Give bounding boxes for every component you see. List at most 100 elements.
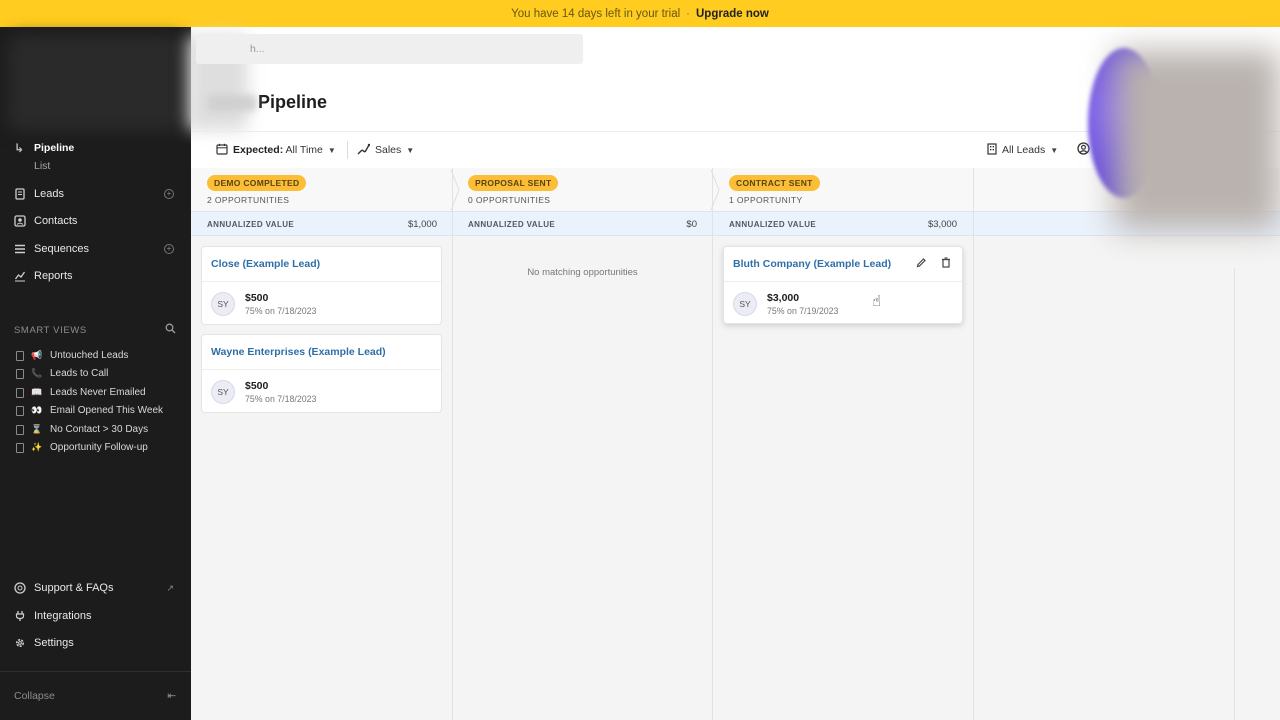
- blurred-title-prefix: [208, 95, 256, 112]
- pipeline-label: Pipeline: [34, 142, 75, 154]
- page-title: Pipeline: [208, 92, 327, 113]
- megaphone-icon: 📢: [31, 350, 43, 360]
- opportunity-lead-link[interactable]: Close (Example Lead): [211, 258, 320, 270]
- smart-view-label: Email Opened This Week: [50, 405, 164, 416]
- sidebar-blurred-header: [8, 35, 183, 131]
- opportunity-card[interactable]: Bluth Company (Example Lead) SY $3,000 7…: [723, 246, 963, 324]
- settings-label: Settings: [34, 637, 74, 649]
- card-divider: [724, 281, 962, 282]
- sidebar-item-reports[interactable]: Reports: [14, 267, 178, 285]
- trial-message: You have 14 days left in your trial: [511, 7, 681, 20]
- smart-view-label: Untouched Leads: [50, 350, 129, 361]
- opportunity-card[interactable]: Wayne Enterprises (Example Lead) SY $500…: [201, 334, 442, 413]
- opportunity-amount: $500: [245, 380, 269, 392]
- user-circle-icon: [1077, 142, 1090, 158]
- support-label: Support & FAQs: [34, 582, 114, 594]
- stage-badge: CONTRACT SENT: [729, 175, 820, 191]
- smart-views-header: SMART VIEWS: [14, 323, 176, 337]
- smart-view-label: Leads Never Emailed: [50, 387, 146, 398]
- annualized-value-label: ANNUALIZED VALUE: [207, 220, 295, 229]
- user-filter-button[interactable]: [1077, 142, 1090, 158]
- collapse-label: Collapse: [14, 690, 55, 702]
- document-icon: [16, 405, 24, 416]
- sidebar-item-settings[interactable]: Settings: [14, 634, 178, 652]
- stage-badge: DEMO COMPLETED: [207, 175, 307, 191]
- sidebar-item-support[interactable]: Support & FAQs ↗: [14, 579, 178, 597]
- eyes-icon: 👀: [31, 405, 43, 415]
- phone-icon: 📞: [31, 368, 43, 378]
- pipeline-funnel-icon: [357, 143, 371, 158]
- sidebar-item-integrations[interactable]: Integrations: [14, 607, 178, 625]
- opportunity-lead-link[interactable]: Bluth Company (Example Lead): [733, 258, 891, 270]
- expected-key: Expected: [233, 144, 280, 156]
- expected-filter-dropdown[interactable]: Expected: All Time ▼: [216, 142, 336, 158]
- calendar-icon: [216, 143, 228, 158]
- opportunity-detail: 75% on 7/19/2023: [767, 306, 839, 316]
- sidebar-item-contacts[interactable]: Contacts: [14, 212, 178, 230]
- blurred-profile-overlay: [1115, 50, 1280, 230]
- toolbar-separator: [347, 141, 348, 159]
- list-icon: [14, 243, 26, 255]
- avatar: SY: [211, 380, 235, 404]
- edit-icon[interactable]: [916, 257, 927, 271]
- plug-icon: [14, 610, 26, 622]
- annualized-value-label: ANNUALIZED VALUE: [729, 220, 817, 229]
- smart-view-label: Leads to Call: [50, 368, 109, 379]
- annualized-value-amount: $0: [686, 219, 697, 230]
- opportunity-lead-link[interactable]: Wayne Enterprises (Example Lead): [211, 346, 386, 358]
- document-icon: [16, 350, 24, 361]
- smart-view-email-opened[interactable]: 👀 Email Opened This Week: [16, 405, 163, 416]
- stage-count: 0 OPPORTUNITIES: [468, 195, 551, 205]
- subitem-arrow-icon: ↳: [14, 141, 25, 155]
- sequences-label: Sequences: [34, 243, 90, 255]
- hand-cursor-icon: ☝: [872, 293, 882, 310]
- document-icon: [16, 368, 24, 379]
- search-smart-views-icon[interactable]: [165, 323, 176, 337]
- smart-view-leads-to-call[interactable]: 📞 Leads to Call: [16, 368, 108, 379]
- smart-view-label: No Contact > 30 Days: [50, 424, 149, 435]
- opportunity-card[interactable]: Close (Example Lead) SY $500 75% on 7/18…: [201, 246, 442, 325]
- list-label: List: [34, 160, 51, 172]
- collapse-sidebar-button[interactable]: Collapse ⇤: [14, 690, 176, 702]
- upgrade-now-link[interactable]: Upgrade now: [696, 8, 769, 20]
- column-divider: [1234, 268, 1235, 720]
- search-input[interactable]: h...: [196, 34, 583, 64]
- smart-view-untouched-leads[interactable]: 📢 Untouched Leads: [16, 350, 128, 361]
- sidebar-item-list[interactable]: List: [34, 160, 50, 172]
- smart-view-leads-never-emailed[interactable]: 📖 Leads Never Emailed: [16, 387, 146, 398]
- smart-view-no-contact[interactable]: ⌛ No Contact > 30 Days: [16, 424, 148, 435]
- pipeline-select-dropdown[interactable]: Sales ▼: [357, 142, 414, 158]
- annualized-value-amount: $3,000: [927, 219, 957, 230]
- stage-count: 2 OPPORTUNITIES: [207, 195, 290, 205]
- chevron-down-icon: ▼: [327, 145, 336, 155]
- card-divider: [202, 369, 441, 370]
- document-icon: [16, 442, 24, 453]
- smart-view-label: Opportunity Follow-up: [50, 442, 148, 453]
- sidebar-item-sequences[interactable]: Sequences +: [14, 240, 178, 258]
- sidebar-divider: [0, 671, 191, 672]
- building-icon: [987, 142, 997, 158]
- integrations-label: Integrations: [34, 610, 92, 622]
- smart-view-opportunity-follow-up[interactable]: ✨ Opportunity Follow-up: [16, 442, 148, 453]
- hourglass-icon: ⌛: [31, 424, 43, 434]
- search-placeholder: h...: [250, 43, 265, 55]
- trash-icon[interactable]: [941, 257, 951, 271]
- sidebar-item-pipeline[interactable]: ↳ Pipeline: [14, 141, 74, 155]
- chevron-down-icon: ▼: [1050, 145, 1059, 155]
- add-sequence-icon[interactable]: +: [164, 244, 174, 254]
- sidebar: ↳ Pipeline List Leads + Contacts Sequenc…: [0, 27, 191, 720]
- opportunity-detail: 75% on 7/18/2023: [245, 306, 317, 316]
- leads-filter-dropdown[interactable]: All Leads ▼: [987, 142, 1058, 158]
- trial-banner: You have 14 days left in your trial · Up…: [0, 0, 1280, 27]
- stage-badge: PROPOSAL SENT: [468, 175, 559, 191]
- file-icon: [14, 188, 26, 200]
- page-title-text: Pipeline: [258, 92, 328, 112]
- sparkles-icon: ✨: [31, 442, 43, 452]
- book-icon: 📖: [31, 387, 43, 397]
- leads-label: Leads: [34, 188, 64, 200]
- column-divider: [452, 168, 453, 720]
- contacts-icon: [14, 215, 26, 227]
- add-lead-icon[interactable]: +: [164, 189, 174, 199]
- sidebar-item-leads[interactable]: Leads +: [14, 185, 178, 203]
- chart-icon: [14, 270, 26, 282]
